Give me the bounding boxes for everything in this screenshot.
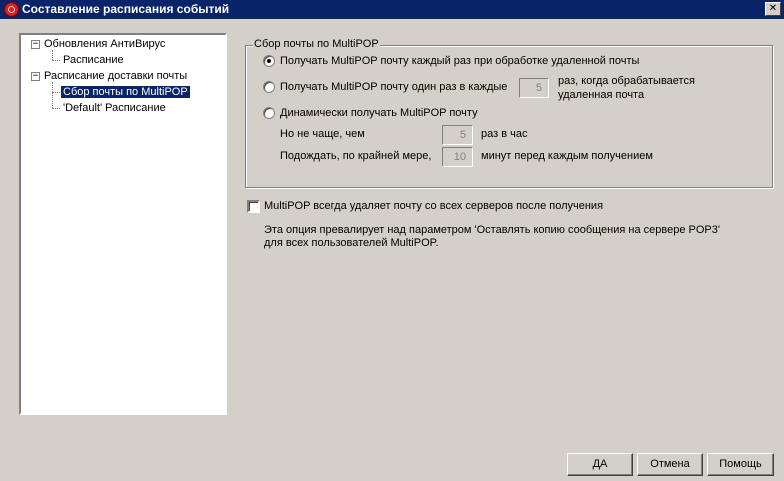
- radio-once-every-label[interactable]: Получать MultiPOP почту один раз в кажды…: [280, 81, 507, 93]
- title-bar: Составление расписания событий ✕: [0, 0, 784, 19]
- radio-dynamic-label[interactable]: Динамически получать MultiPOP почту: [280, 107, 478, 119]
- radio-dynamic[interactable]: [263, 107, 275, 119]
- radio-once-every[interactable]: [263, 81, 275, 93]
- wait-minutes-field[interactable]: 10: [442, 147, 473, 167]
- not-more-often-label: Но не чаще, чем: [280, 128, 365, 140]
- tree-item-default-schedule[interactable]: 'Default' Расписание: [63, 102, 166, 114]
- tree-connector: [52, 60, 60, 61]
- close-button[interactable]: ✕: [765, 2, 781, 16]
- delete-mail-checkbox[interactable]: [247, 200, 260, 213]
- tree-expander-mail-delivery[interactable]: −: [31, 72, 40, 81]
- window-title: Составление расписания событий: [22, 2, 230, 16]
- tree-connector: [52, 92, 60, 93]
- cancel-button[interactable]: Отмена: [637, 453, 703, 476]
- tree-connector: [52, 50, 53, 60]
- tree-item-antivirus-updates[interactable]: Обновления АнтиВирус: [44, 38, 165, 50]
- delete-mail-note-line2: для всех пользователей MultiPOP.: [264, 237, 439, 249]
- tree-expander-antivirus[interactable]: −: [31, 40, 40, 49]
- tree-connector: [52, 82, 53, 108]
- once-every-count-field[interactable]: 5: [519, 78, 549, 98]
- not-more-often-suffix: раз в час: [481, 128, 528, 140]
- radio-every-time[interactable]: [263, 55, 275, 67]
- multipop-group-label: Сбор почты по MultiPOP: [253, 38, 380, 50]
- delete-mail-note-line1: Эта опция превалирует над параметром 'Ос…: [264, 224, 720, 236]
- wait-minutes-suffix: минут перед каждым получением: [481, 150, 653, 162]
- delete-mail-label[interactable]: MultiPOP всегда удаляет почту со всех се…: [264, 200, 603, 212]
- tree-connector: [52, 108, 60, 109]
- help-button[interactable]: Помощь: [707, 453, 774, 476]
- radio-every-time-label[interactable]: Получать MultiPOP почту каждый раз при о…: [280, 55, 639, 67]
- not-more-often-field[interactable]: 5: [442, 125, 473, 145]
- ok-button[interactable]: ДА: [567, 453, 633, 476]
- tree-item-antivirus-schedule[interactable]: Расписание: [63, 54, 124, 66]
- wait-at-least-label: Подождать, по крайней мере,: [280, 150, 432, 162]
- once-every-suffix-line2: удаленная почта: [558, 89, 645, 101]
- once-every-suffix-line1: раз, когда обрабатывается: [558, 75, 695, 87]
- app-icon: [4, 2, 19, 17]
- tree-item-multipop[interactable]: Сбор почты по MultiPOP: [61, 86, 190, 98]
- tree-item-mail-delivery-schedule[interactable]: Расписание доставки почты: [44, 70, 187, 82]
